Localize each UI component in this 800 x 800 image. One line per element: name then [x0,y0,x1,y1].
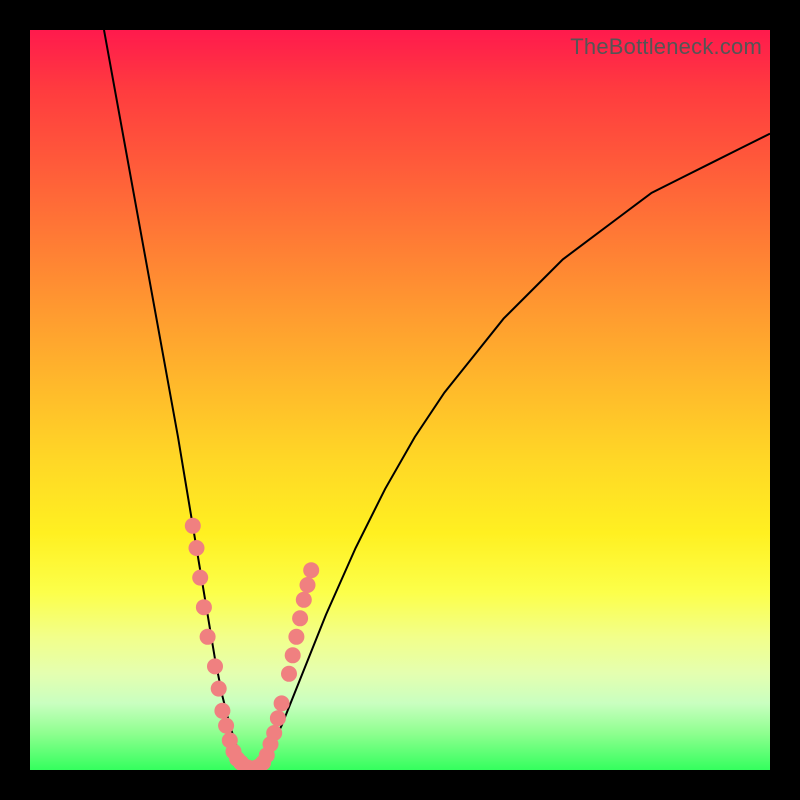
data-marker [300,577,316,593]
data-markers [185,518,319,770]
data-marker [207,658,223,674]
data-marker [196,599,212,615]
data-marker [270,710,286,726]
data-marker [274,695,290,711]
data-marker [185,518,201,534]
data-marker [192,570,208,586]
data-marker [214,703,230,719]
data-marker [285,647,301,663]
chart-plot-area: TheBottleneck.com [30,30,770,770]
data-marker [218,718,234,734]
data-marker [211,681,227,697]
data-marker [292,610,308,626]
data-marker [266,725,282,741]
chart-svg [30,30,770,770]
data-marker [189,540,205,556]
data-marker [200,629,216,645]
data-marker [288,629,304,645]
chart-frame: TheBottleneck.com [0,0,800,800]
data-marker [303,562,319,578]
data-marker [281,666,297,682]
bottleneck-curve [104,30,770,770]
data-marker [296,592,312,608]
